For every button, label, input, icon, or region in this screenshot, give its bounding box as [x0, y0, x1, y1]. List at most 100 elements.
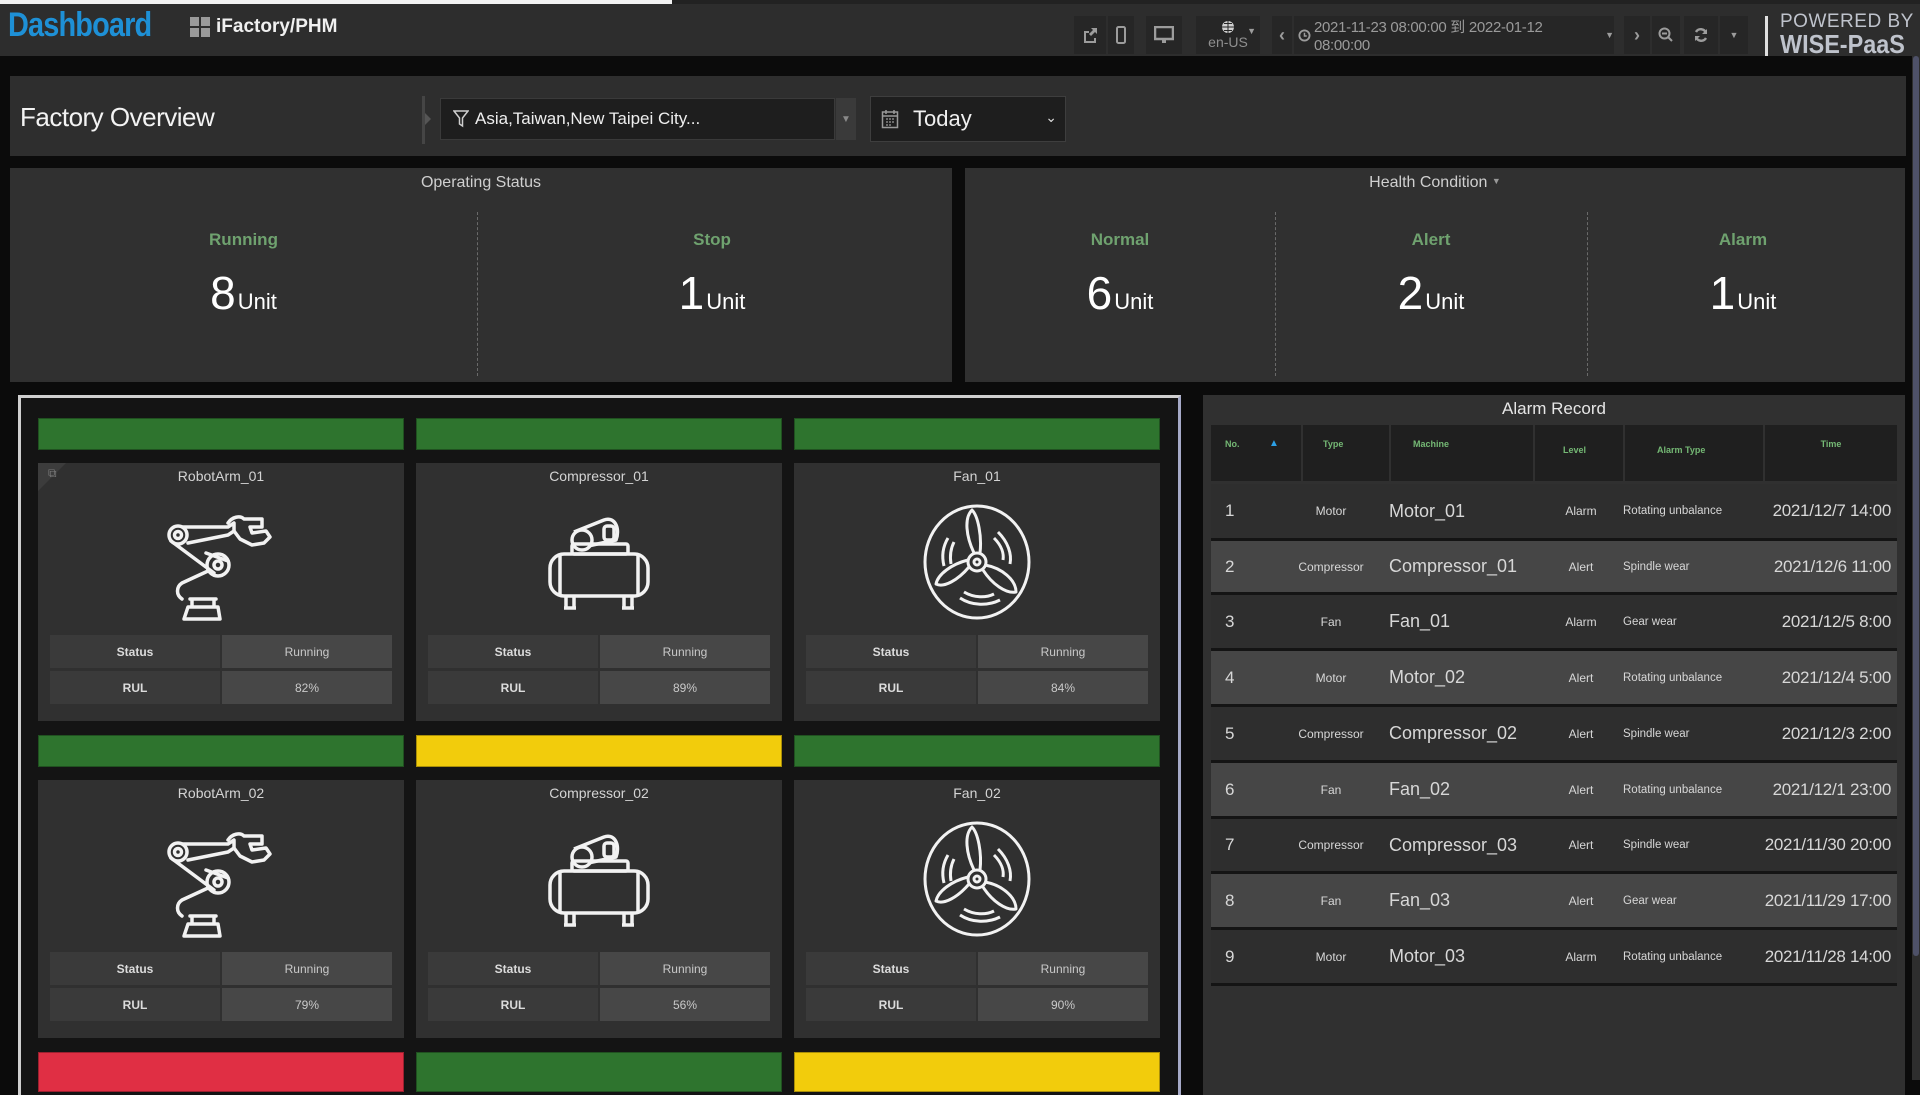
alarm-table-row[interactable]: 8 Fan Fan_03 Alert Gear wear 2021/11/29 17:00 [1211, 874, 1897, 930]
location-filter-select[interactable]: Asia,Taiwan,New Taipei City... [440, 98, 835, 140]
rul-label: RUL [50, 988, 220, 1021]
stop-value: 1Unit [477, 270, 947, 316]
machine-name: Fan_01 [1389, 611, 1451, 631]
location-filter-dropdown-toggle[interactable]: ▼ [836, 98, 856, 140]
status-row: Status Running [806, 635, 1148, 668]
machine-grid-panel: ⧉ RobotArm_01 Status Running RUL 82% Compress… [18, 395, 1181, 1095]
stop-label: Stop [693, 230, 731, 249]
tv-mode-button[interactable] [1146, 16, 1182, 54]
rul-value: 84% [978, 671, 1148, 704]
time-forward-button[interactable]: › [1624, 16, 1650, 54]
row-number: 7 [1225, 835, 1235, 854]
status-row: Status Running [806, 952, 1148, 985]
machine-info-table: Status Running RUL 84% [806, 635, 1148, 707]
row-number: 1 [1225, 501, 1235, 520]
column-header-machine[interactable]: Machine [1391, 425, 1533, 481]
machine-name: Motor_01 [1389, 500, 1466, 521]
rul-value: 56% [600, 988, 770, 1021]
machine-type: Motor [1315, 670, 1347, 685]
filter-collapse-toggle[interactable] [422, 96, 431, 144]
caret-down-icon: ▼ [1605, 30, 1614, 40]
column-header-type[interactable]: Type [1303, 425, 1389, 481]
column-header-level[interactable]: Level [1535, 425, 1623, 481]
machine-name: Compressor_02 [549, 785, 649, 801]
alarm-level: Alert [1568, 559, 1594, 574]
alarm-record-title: Alarm Record [1502, 399, 1606, 418]
alarm-table-row[interactable]: 4 Motor Motor_02 Alert Rotating unbalance 202… [1211, 651, 1897, 707]
row-number: 8 [1225, 890, 1235, 910]
machine-card[interactable]: Fan_01 Status Running RUL 84% [794, 463, 1160, 721]
alarm-type: Rotating unbalance [1623, 950, 1723, 963]
rul-row: RUL 82% [50, 671, 392, 704]
machine-info-table: Status Running RUL 82% [50, 635, 392, 707]
status-label: Status [428, 635, 598, 668]
refresh-button[interactable] [1684, 16, 1718, 54]
unit-label: Unit [1737, 289, 1777, 314]
health-status-bar [794, 1052, 1160, 1092]
rul-label: RUL [428, 988, 598, 1021]
share-button[interactable] [1074, 16, 1106, 54]
alarm-time: 2021/11/29 17:00 [1764, 890, 1892, 910]
column-label: No. [1225, 439, 1240, 449]
alarm-table-row[interactable]: 6 Fan Fan_02 Alert Rotating unbalance 2021/12… [1211, 763, 1897, 819]
machine-type: Fan [1320, 893, 1342, 908]
machine-type: Compressor [1298, 838, 1364, 852]
scrollbar-thumb[interactable] [1913, 56, 1919, 956]
time-range-picker[interactable]: 2021-11-23 08:00:00 到 2022-01-12 08:00:0… [1294, 16, 1614, 54]
language-select[interactable]: en-US ▼ [1196, 16, 1260, 54]
rul-value: 79% [222, 988, 392, 1021]
refresh-interval-dropdown[interactable]: ▼ [1720, 16, 1748, 54]
filter-bar: Factory Overview Asia,Taiwan,New Taipei … [10, 76, 1906, 156]
column-header-alarm-type[interactable]: Alarm Type [1625, 425, 1763, 481]
machine-card[interactable]: Fan_02 Status Running RUL 90% [794, 780, 1160, 1038]
machine-name: Compressor_01 [1389, 556, 1518, 576]
zoom-out-icon [1658, 27, 1673, 42]
alert-stat[interactable]: Alert 2Unit [1275, 168, 1587, 382]
running-stat[interactable]: Running 8Unit [10, 168, 477, 382]
alarm-type: Rotating unbalance [1623, 671, 1723, 684]
alarm-table-row[interactable]: 9 Motor Motor_03 Alarm Rotating unbalance 202… [1211, 930, 1897, 986]
normal-stat[interactable]: Normal 6Unit [965, 168, 1275, 382]
page-scrollbar[interactable] [1912, 56, 1920, 1080]
column-label: Machine [1413, 439, 1450, 449]
share-icon [1084, 28, 1097, 43]
wise-paas-label: WISE-PaaS [1780, 29, 1905, 59]
rul-row: RUL 84% [806, 671, 1148, 704]
alarm-table-row[interactable]: 3 Fan Fan_01 Alarm Gear wear 2021/12/5 8:00 [1211, 595, 1897, 651]
machine-name: Fan_02 [953, 785, 1001, 801]
alarm-count: 1 [1709, 267, 1736, 319]
zoom-out-button[interactable] [1652, 16, 1680, 54]
column-header-no[interactable]: No. ▲ [1211, 425, 1301, 481]
machine-type: Motor [1315, 949, 1347, 964]
status-value: Running [222, 952, 392, 985]
breadcrumb[interactable]: iFactory/PHM [190, 16, 337, 38]
calendar-icon [881, 110, 899, 129]
alarm-time: 2021/12/4 5:00 [1781, 667, 1892, 687]
mobile-view-button[interactable] [1108, 16, 1134, 54]
machine-card[interactable]: RobotArm_02 Status Running RUL 79% [38, 780, 404, 1038]
alarm-table-row[interactable]: 7 Compressor Compressor_03 Alert Spindle wea… [1211, 819, 1897, 874]
machine-card[interactable]: Compressor_02 Status Running RUL 56% [416, 780, 782, 1038]
sort-ascending-icon[interactable]: ▲ [1269, 438, 1279, 449]
stop-stat[interactable]: Stop 1Unit [477, 168, 947, 382]
rul-row: RUL 56% [428, 988, 770, 1021]
date-filter-value: Today [913, 106, 972, 131]
chevron-right-icon: › [1634, 24, 1640, 45]
operating-status-panel: Operating Status Running 8Unit Stop 1Uni… [10, 168, 952, 382]
date-filter-select[interactable]: Today ⌄ [870, 96, 1066, 142]
machine-card[interactable]: ⧉ RobotArm_01 Status Running RUL 82% [38, 463, 404, 721]
monitor-icon [1154, 26, 1174, 43]
alarm-type: Spindle wear [1623, 727, 1690, 740]
alarm-stat[interactable]: Alarm 1Unit [1587, 168, 1899, 382]
time-back-button[interactable]: ‹ [1272, 16, 1292, 54]
rul-label: RUL [806, 671, 976, 704]
dashboard-brand[interactable]: Dashboard [8, 6, 152, 45]
alarm-table-row[interactable]: 5 Compressor Compressor_02 Alert Spindle wea… [1211, 707, 1897, 763]
alarm-table-row[interactable]: 1 Motor Motor_01 Alarm Rotating unbalance 202… [1211, 484, 1897, 541]
rul-value: 89% [600, 671, 770, 704]
machine-name: Fan_03 [1389, 890, 1451, 910]
machine-card[interactable]: Compressor_01 Status Running RUL 89% [416, 463, 782, 721]
column-header-time[interactable]: Time [1765, 425, 1897, 481]
unit-label: Unit [1425, 289, 1465, 314]
alarm-table-row[interactable]: 2 Compressor Compressor_01 Alert Spindle wea… [1211, 541, 1897, 595]
